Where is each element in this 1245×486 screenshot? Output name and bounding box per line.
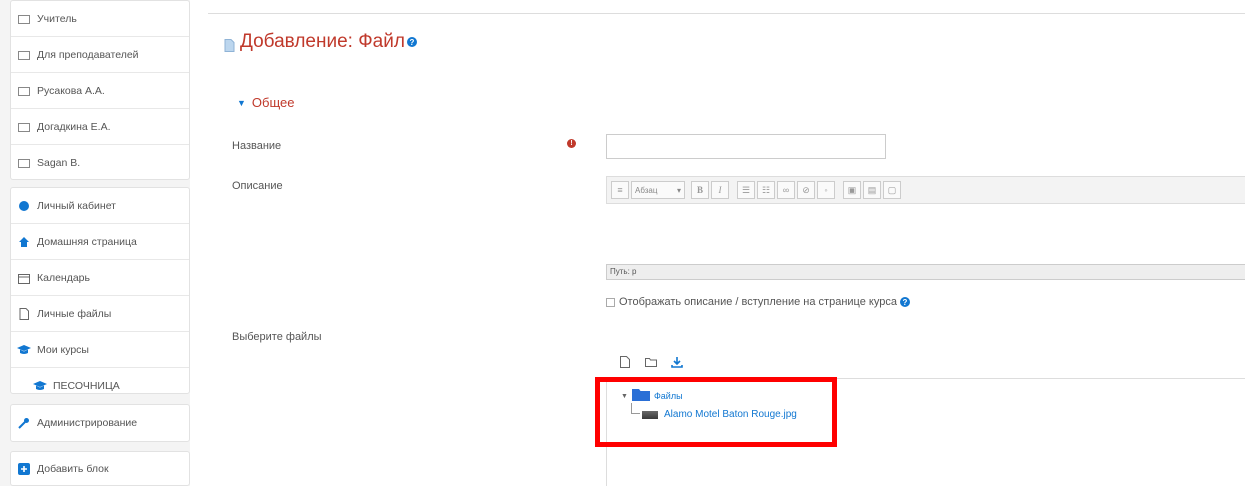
sidebar-item-label: Учитель — [37, 12, 77, 25]
courses-block: Учитель Для преподавателей Русакова А.А.… — [10, 0, 190, 180]
create-folder-icon[interactable] — [640, 351, 662, 373]
toolbar-toggle-icon[interactable]: ≡ — [611, 181, 629, 199]
sidebar-item-label: Добавить блок — [37, 462, 109, 475]
folder-icon — [17, 85, 31, 97]
unlink-icon[interactable]: ⊘ — [797, 181, 815, 199]
chevron-down-icon: ▾ — [676, 185, 681, 195]
sidebar-item-profile[interactable]: Личный кабинет — [11, 188, 189, 224]
section-title: Общее — [251, 95, 295, 110]
media-icon[interactable]: ▤ — [863, 181, 881, 199]
sidebar-item-course[interactable]: ПЕСОЧНИЦА — [11, 368, 189, 404]
help-icon[interactable]: ? — [899, 297, 910, 307]
sidebar-item-label: Домашняя страница — [37, 235, 137, 248]
sidebar-item-label: Мои курсы — [37, 343, 89, 356]
sidebar: Учитель Для преподавателей Русакова А.А.… — [0, 0, 190, 486]
manage-files-icon[interactable]: ▢ — [883, 181, 901, 199]
graduation-cap-icon — [17, 344, 31, 356]
sidebar-item-mycourses[interactable]: Мои курсы — [11, 332, 189, 368]
sidebar-item-calendar[interactable]: Календарь — [11, 260, 189, 296]
select-files-label: Выберите файлы — [232, 331, 322, 343]
folder-icon — [17, 121, 31, 133]
home-icon — [17, 236, 31, 248]
dashboard-icon — [17, 200, 31, 212]
required-icon: ! — [567, 139, 576, 148]
name-label: Название — [232, 140, 282, 152]
plus-icon — [17, 462, 31, 475]
add-file-icon[interactable] — [614, 351, 636, 373]
sidebar-item-label: Администрирование — [37, 417, 138, 429]
editor-toolbar: ≡ Абзац ▾ B I ☰ ☷ ∞ ⊘ ◦ ▣ ▤ ▢ — [606, 176, 1245, 204]
ordered-list-icon[interactable]: ☷ — [757, 181, 775, 199]
sidebar-item-files[interactable]: Личные файлы — [11, 296, 189, 332]
description-label: Описание — [232, 180, 283, 192]
sidebar-item-label: Sagan B. — [37, 157, 81, 169]
file-icon — [224, 36, 235, 52]
sidebar-course-2[interactable]: Русакова А.А. — [11, 73, 189, 109]
navigation-block: Личный кабинет Домашняя страница Календа… — [10, 187, 190, 394]
download-icon[interactable] — [666, 351, 688, 373]
sidebar-item-label: Для преподавателей — [37, 48, 139, 61]
highlight-box — [595, 377, 837, 447]
image-icon[interactable]: ▣ — [843, 181, 861, 199]
add-block-block: Добавить блок — [10, 451, 190, 486]
folder-icon — [17, 13, 31, 25]
sidebar-item-admin[interactable]: Администрирование — [11, 405, 189, 441]
sidebar-course-1[interactable]: Для преподавателей — [11, 37, 189, 73]
caret-down-icon: ▼ — [237, 97, 246, 108]
sidebar-item-home[interactable]: Домашняя страница — [11, 224, 189, 260]
file-icon — [17, 307, 31, 320]
show-description-checkbox[interactable]: Отображать описание / вступление на стра… — [606, 296, 910, 308]
sidebar-item-label: Личный кабинет — [37, 199, 116, 212]
sidebar-item-label: Личные файлы — [37, 307, 112, 320]
folder-icon — [17, 49, 31, 61]
bold-icon[interactable]: B — [691, 181, 709, 199]
section-general-toggle[interactable]: ▼ Общее — [237, 95, 295, 110]
sidebar-item-label: Русакова А.А. — [37, 84, 105, 97]
folder-icon — [17, 157, 31, 169]
page-title: Добавление: Файл ? — [224, 31, 417, 53]
filemanager-toolbar — [606, 345, 1245, 379]
calendar-icon — [17, 272, 31, 284]
sidebar-item-label: Календарь — [37, 271, 90, 284]
checkbox[interactable] — [606, 297, 615, 307]
sidebar-item-label: Догадкина Е.А. — [37, 120, 111, 133]
description-editor[interactable] — [606, 204, 1245, 264]
add-block-button[interactable]: Добавить блок — [11, 452, 189, 485]
editor-path: Путь: p — [606, 264, 1245, 280]
wrench-icon — [17, 417, 31, 429]
sidebar-course-4[interactable]: Sagan B. — [11, 145, 189, 181]
help-icon[interactable]: ? — [406, 37, 417, 47]
emoticon-icon[interactable]: ◦ — [817, 181, 835, 199]
sidebar-item-label: ПЕСОЧНИЦА — [53, 380, 120, 392]
divider — [208, 13, 1245, 14]
graduation-cap-icon — [33, 380, 47, 392]
sidebar-course-3[interactable]: Догадкина Е.А. — [11, 109, 189, 145]
show-description-label: Отображать описание / вступление на стра… — [619, 296, 897, 308]
page-title-text: Добавление: Файл — [240, 31, 405, 52]
admin-block: Администрирование — [10, 404, 190, 442]
sidebar-course-0[interactable]: Учитель — [11, 1, 189, 37]
italic-icon[interactable]: I — [711, 181, 729, 199]
unordered-list-icon[interactable]: ☰ — [737, 181, 755, 199]
name-input[interactable] — [606, 134, 886, 159]
main-content: Добавление: Файл ? ▼ Общее Название ! Оп… — [208, 0, 1245, 486]
paragraph-style-select[interactable]: Абзац ▾ — [631, 181, 685, 199]
link-icon[interactable]: ∞ — [777, 181, 795, 199]
paragraph-style-value: Абзац — [635, 185, 658, 195]
